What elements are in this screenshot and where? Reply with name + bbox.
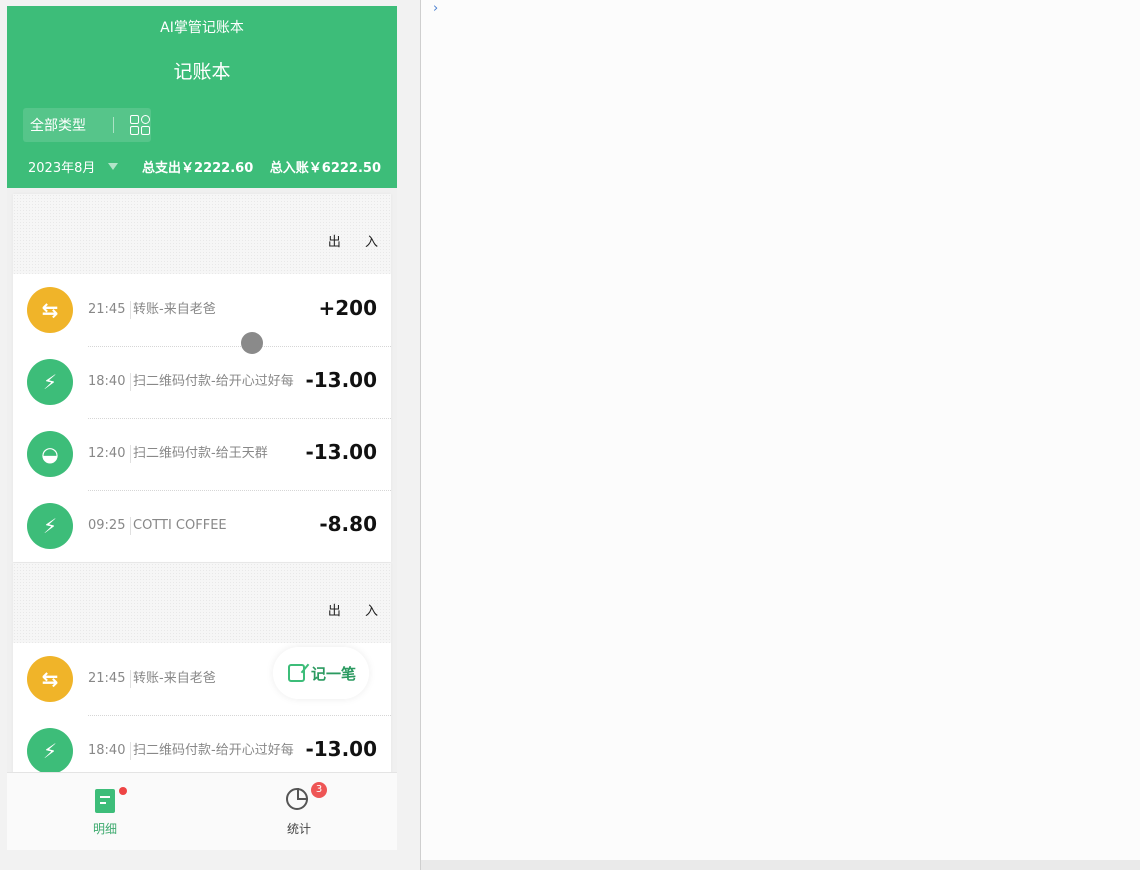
tab-stats[interactable]: 3 统计 xyxy=(239,773,359,850)
app-title: AI掌管记账本 xyxy=(160,20,244,36)
add-record-button[interactable]: 记一笔 xyxy=(273,647,369,699)
in-out-labels: 出 入 xyxy=(328,231,378,250)
in-label: 入 xyxy=(364,604,378,619)
bottom-scrollbar[interactable] xyxy=(421,860,1140,870)
in-label: 入 xyxy=(364,235,378,250)
record-desc: 转账-来自老爸 xyxy=(133,671,216,686)
drop-bolt-icon: ⚡ xyxy=(27,359,73,405)
transfer-icon: ⇆ xyxy=(27,287,73,333)
caret-down-icon xyxy=(108,163,119,170)
record-amount: -13.00 xyxy=(305,737,377,761)
bowl-icon: ◒ xyxy=(27,431,73,477)
record-desc: COTTI COFFEE xyxy=(133,518,227,533)
filter-divider xyxy=(113,117,114,133)
total-income: 总入账￥6222.50 xyxy=(269,161,381,176)
type-filter-label: 全部类型 xyxy=(30,118,86,134)
out-label: 出 xyxy=(327,235,341,250)
record-row[interactable]: ⚡ 09:25 COTTI COFFEE -8.80 xyxy=(13,490,391,562)
type-filter-button[interactable]: 全部类型 xyxy=(23,108,151,142)
doc-icon xyxy=(95,789,115,813)
day-card: 出 入 ⇆ 21:45 转账-来自老爸 +200 ⚡ 18:40 扫二维码付款-… xyxy=(13,194,391,562)
count-badge: 3 xyxy=(311,782,327,798)
record-time: 12:40 xyxy=(88,445,132,463)
month-label: 2023年8月 xyxy=(28,161,96,176)
record-time: 21:45 xyxy=(88,301,132,319)
record-amount: -13.00 xyxy=(305,368,377,392)
record-time: 21:45 xyxy=(88,670,132,688)
record-row[interactable]: ⚡ 18:40 扫二维码付款-给开心过好每 -13.00 xyxy=(13,346,391,418)
record-row[interactable]: ◒ 12:40 扫二维码付款-给王天群 -13.00 xyxy=(13,418,391,490)
record-desc: 扫二维码付款-给开心过好每 xyxy=(133,374,294,389)
record-time: 18:40 xyxy=(88,373,132,391)
record-desc: 转账-来自老爸 xyxy=(133,302,216,317)
day-header: 出 入 xyxy=(13,563,391,643)
page-title: 记账本 xyxy=(173,61,231,83)
tab-bar: 明细 3 统计 xyxy=(7,772,397,850)
record-amount: -8.80 xyxy=(319,512,377,536)
day-header: 出 入 xyxy=(13,194,391,274)
phone-screen: AI掌管记账本 记账本 全部类型 2023年8月 总支出￥2222.60 总入账… xyxy=(7,6,397,850)
header: AI掌管记账本 记账本 全部类型 2023年8月 总支出￥2222.60 总入账… xyxy=(7,6,397,188)
drop-bolt-icon: ⚡ xyxy=(27,728,73,774)
pie-chart-icon xyxy=(286,788,308,810)
record-time: 18:40 xyxy=(88,742,132,760)
total-expense: 总支出￥2222.60 xyxy=(142,161,254,176)
totals: 总支出￥2222.60 总入账￥6222.50 xyxy=(142,157,381,176)
devtools-pane: › xyxy=(421,0,1140,860)
record-amount: +200 xyxy=(318,296,377,320)
record-desc: 扫二维码付款-给王天群 xyxy=(133,446,268,461)
add-record-label: 记一笔 xyxy=(311,664,357,683)
in-out-labels: 出 入 xyxy=(328,600,378,619)
tab-details[interactable]: 明细 xyxy=(45,773,165,850)
tab-stats-label: 统计 xyxy=(286,822,311,836)
transfer-icon: ⇆ xyxy=(27,656,73,702)
record-desc: 扫二维码付款-给开心过好每 xyxy=(133,743,294,758)
out-label: 出 xyxy=(327,604,341,619)
record-row[interactable]: ⇆ 21:45 转账-来自老爸 +200 xyxy=(13,274,391,346)
drop-bolt-icon: ⚡ xyxy=(27,503,73,549)
category-grid-icon[interactable] xyxy=(130,115,150,135)
notification-dot xyxy=(119,787,127,795)
month-selector[interactable]: 2023年8月 xyxy=(28,157,119,176)
record-amount: -13.00 xyxy=(305,440,377,464)
tab-details-label: 明细 xyxy=(92,822,117,836)
touch-cursor xyxy=(241,332,263,354)
edit-icon xyxy=(288,664,305,682)
chevron-right-icon[interactable]: › xyxy=(433,1,438,16)
record-time: 09:25 xyxy=(88,517,132,535)
